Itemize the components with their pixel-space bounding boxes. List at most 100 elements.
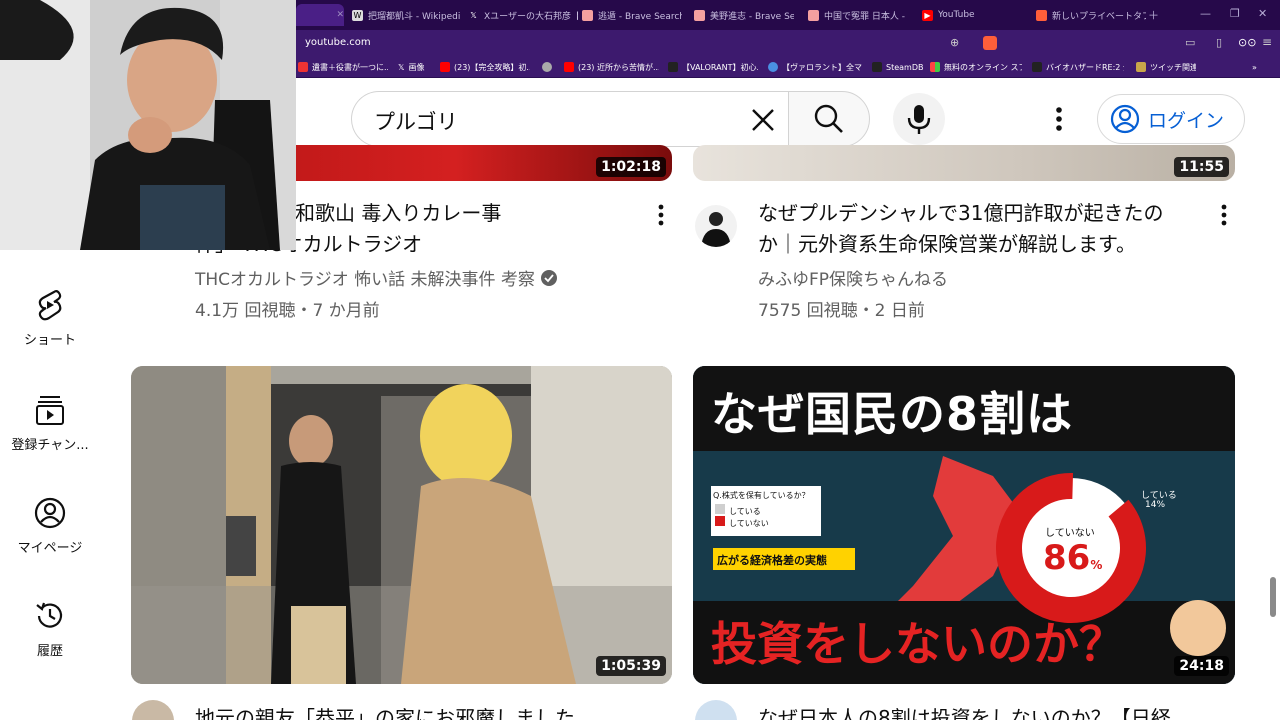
wikipedia-icon: W — [352, 9, 363, 21]
browser-tab[interactable]: 𝕏 Xユーザーの大石邦彦【C... — [468, 4, 578, 26]
sidebar-item-label: 登録チャン... — [11, 438, 89, 453]
channel-avatar[interactable] — [695, 700, 737, 720]
search-button[interactable] — [788, 91, 870, 147]
youtube-icon — [440, 62, 450, 72]
maximize-icon[interactable]: ❐ — [1230, 7, 1240, 20]
browser-tab[interactable]: ▶ YouTube — [922, 4, 1022, 26]
verified-icon — [540, 269, 557, 286]
thumbnail-bottom-headline: 投資をしないのか？ — [711, 617, 1125, 671]
bookmark-item[interactable]: (23) 近所から苦情が... — [564, 60, 659, 74]
thumbnail-headline: なぜ国民の8割は — [711, 387, 1074, 441]
bookmark-item[interactable]: 【ヴァロラント】全マップ... — [768, 60, 863, 74]
webcam-feed — [0, 0, 296, 250]
new-tab-icon[interactable]: ＋ — [1148, 7, 1159, 23]
bookmark-item[interactable]: 遺書＋役書が一つに... — [298, 60, 388, 74]
zoom-icon[interactable]: ⊕ — [950, 36, 959, 49]
bookmark-item[interactable]: SteamDB — [872, 60, 927, 74]
pie-small-value: 14% — [1145, 500, 1166, 510]
more-vertical-icon — [658, 204, 664, 226]
panel-icon[interactable]: ▯ — [1216, 36, 1222, 49]
legend-yes: している — [729, 507, 761, 516]
thumbnail-subtitle: 広がる経済格差の実態 — [717, 554, 827, 567]
history-icon — [36, 602, 63, 628]
channel-name[interactable]: みふゆFP保険ちゃんねる — [758, 265, 948, 290]
video-thumbnail[interactable]: なぜ国民の8割は Q.株式を保有しているか？ している していない 広がる経済格… — [693, 366, 1235, 684]
account-circle-icon — [34, 497, 66, 529]
browser-tab[interactable]: 新しいプライベートタブ — [1036, 4, 1146, 26]
video-title[interactable]: なぜプルデンシャルで31億円詐取が起きたの か｜元外資系生命保険営業が解説します… — [758, 198, 1208, 260]
video-meta: 4.1万 回視聴・7 か月前 — [195, 301, 380, 321]
legend-no: していない — [729, 519, 769, 528]
video-thumbnail[interactable]: 11:55 — [693, 145, 1235, 181]
minimize-icon[interactable]: — — [1200, 7, 1211, 20]
browser-tab[interactable]: 美野進志 - Brave Search — [694, 4, 794, 26]
duration-badge: 11:55 — [1174, 157, 1229, 177]
bookmark-item[interactable]: 【VALORANT】初心... — [668, 60, 758, 74]
pie-value: 86% — [1043, 538, 1103, 578]
duration-badge: 1:05:39 — [596, 656, 666, 676]
browser-tab[interactable]: W 把瑠都凱斗 - Wikipedi... — [352, 4, 460, 26]
video-menu-button[interactable] — [1212, 201, 1236, 229]
brave-icon — [1036, 9, 1047, 21]
bookmark-favicon-icon — [768, 62, 778, 72]
thumbnail-question: Q.株式を保有しているか？ — [713, 491, 810, 500]
close-icon[interactable]: ✕ — [336, 10, 344, 20]
video-title[interactable]: 地元の親友「恭平」の家にお邪魔しました — [195, 703, 645, 720]
channel-avatar[interactable] — [695, 205, 737, 247]
clear-search-button[interactable] — [748, 105, 778, 135]
video-thumbnail[interactable]: 1:05:39 — [131, 366, 672, 684]
bookmark-favicon-icon — [1032, 62, 1042, 72]
bookmark-favicon-icon — [668, 62, 678, 72]
brave-search-icon — [694, 9, 705, 21]
search-box[interactable]: プルゴリ — [351, 91, 788, 147]
bookmark-item[interactable]: バイオハザードRE:2 全... — [1032, 60, 1124, 74]
sidebar-item-subscriptions[interactable]: 登録チャン... — [0, 394, 100, 474]
settings-more-button[interactable] — [1043, 101, 1075, 137]
page-scrollbar[interactable] — [1266, 157, 1280, 720]
microphone-icon — [907, 105, 931, 134]
bookmarks-overflow-icon[interactable]: » — [1252, 60, 1266, 74]
voice-search-button[interactable] — [893, 93, 945, 145]
sidebar-item-you[interactable]: マイページ — [0, 497, 100, 577]
video-meta: 7575 回視聴・2 日前 — [758, 301, 925, 321]
bookmark-item[interactable]: 𝕏 画像 — [398, 60, 438, 74]
scrollbar-thumb[interactable] — [1270, 577, 1276, 617]
url-field[interactable]: youtube.com — [305, 37, 371, 48]
sidebar-item-history[interactable]: 履歴 — [0, 600, 100, 680]
wallet-icon[interactable]: ⊙⊙ — [1238, 36, 1256, 49]
browser-tab[interactable]: ✕ — [296, 4, 344, 26]
steamdb-icon — [872, 62, 882, 72]
close-window-icon[interactable]: ✕ — [1258, 7, 1267, 20]
search-icon — [814, 104, 843, 133]
bookmark-item[interactable]: 無料のオンライン スプ... — [930, 60, 1022, 74]
brave-search-icon — [582, 9, 593, 21]
sidebar-item-label: 履歴 — [36, 644, 63, 659]
folder-icon — [1136, 62, 1146, 72]
channel-name[interactable]: THCオカルトラジオ 怖い話 未解決事件 考察 — [195, 265, 558, 290]
pie-label: していない — [1045, 528, 1095, 539]
login-button[interactable]: ログイン — [1097, 94, 1245, 144]
video-title[interactable]: なぜ日本人の8割は投資をしないのか？【日経 — [758, 703, 1208, 720]
x-logo-icon: 𝕏 — [470, 10, 477, 20]
browser-tab[interactable]: 逃遁 - Brave Search — [582, 4, 682, 26]
bookmark-folder[interactable]: ツイッチ関連 — [1136, 60, 1196, 74]
brave-search-icon — [808, 9, 819, 21]
avatar-photo — [701, 212, 731, 247]
login-label: ログイン — [1148, 109, 1225, 132]
duration-badge: 24:18 — [1174, 656, 1229, 676]
browser-tab[interactable]: 中国で冤罪 日本人 - ... — [808, 4, 908, 26]
sidebar-item-label: マイページ — [17, 541, 83, 556]
menu-icon[interactable]: ≡ — [1262, 35, 1272, 49]
search-input[interactable]: プルゴリ — [374, 106, 458, 136]
microsoft-icon — [930, 62, 940, 72]
bookmark-item[interactable] — [542, 60, 558, 74]
bookmark-item[interactable]: (23)【完全攻略】初... — [440, 60, 530, 74]
video-menu-button[interactable] — [649, 201, 673, 229]
sidebar-item-label: ショート — [23, 333, 76, 348]
youtube-icon — [564, 62, 574, 72]
sidebar-item-shorts[interactable]: ショート — [0, 289, 100, 369]
brave-shield-icon[interactable] — [983, 36, 997, 50]
sidebar-toggle-icon[interactable]: ▭ — [1185, 36, 1195, 49]
channel-avatar[interactable] — [132, 700, 174, 720]
bookmark-favicon-icon — [298, 62, 308, 72]
